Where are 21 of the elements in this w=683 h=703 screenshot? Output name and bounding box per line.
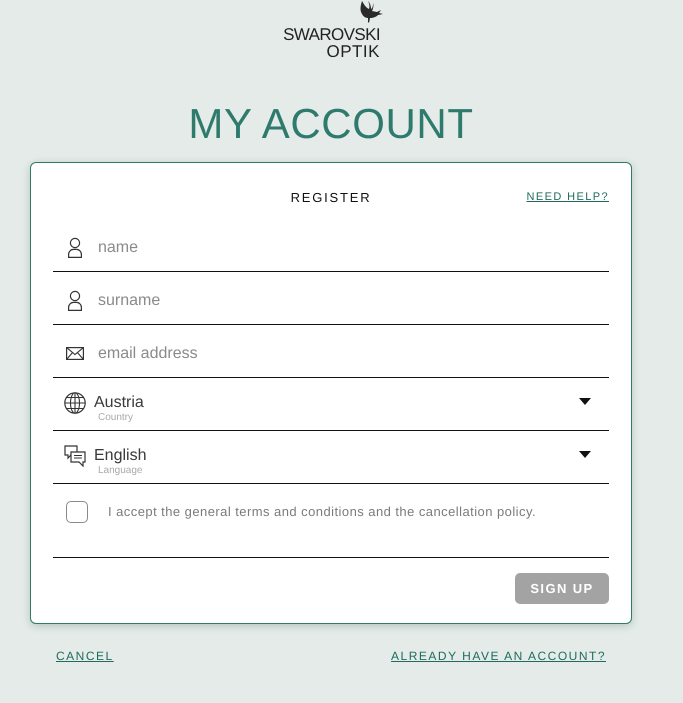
page-title: MY ACCOUNT <box>188 100 474 148</box>
cancel-link[interactable]: CANCEL <box>56 649 114 663</box>
person-icon <box>67 236 83 258</box>
person-icon <box>67 290 83 312</box>
text-input[interactable]: surname <box>98 290 609 312</box>
caret-icon <box>579 398 591 405</box>
text-input[interactable]: name <box>98 236 609 258</box>
checkbox[interactable] <box>66 501 88 523</box>
email-input[interactable]: email address <box>98 342 609 364</box>
logo-subtitle: OPTIK <box>326 43 380 60</box>
envelope-icon <box>66 347 84 360</box>
dropdown[interactable]: Austria Country <box>53 378 609 431</box>
form-title: REGISTER <box>290 190 372 205</box>
speech-bubbles-icon <box>64 445 86 467</box>
globe-icon <box>64 392 86 414</box>
caret-icon <box>579 451 591 458</box>
terms-text: I accept the general terms and conditions and the cancellation policy. <box>108 503 536 521</box>
login-link[interactable]: ALREADY HAVE AN ACCOUNT? <box>391 649 606 663</box>
help-link[interactable]: NEED HELP? <box>526 190 609 205</box>
dropdown[interactable]: English Language <box>53 431 609 484</box>
logo-wordmark: SWAROVSKI <box>283 26 380 43</box>
